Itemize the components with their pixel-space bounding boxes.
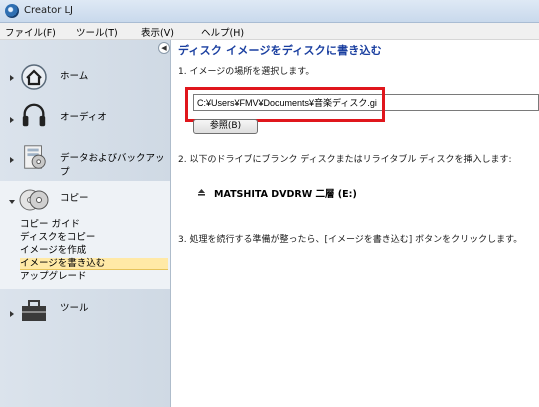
drive-label[interactable]: MATSHITA DVDRW 二層 (E:) — [214, 186, 357, 200]
menu-help[interactable]: ヘルプ(H) — [201, 25, 244, 39]
sidebar-subitem-create-image[interactable]: イメージを作成 — [20, 245, 86, 256]
step-1-instruction: 1. イメージの場所を選択します。 — [178, 67, 315, 77]
window-title: Creator LJ — [24, 5, 74, 16]
headphones-icon — [22, 103, 46, 127]
sidebar-item-label: コピー — [60, 193, 89, 204]
step-2-instruction: 2. 以下のドライブにブランク ディスクまたはリライタブル ディスクを挿入します… — [178, 155, 512, 165]
sidebar-item-tools[interactable]: ツール — [0, 293, 170, 331]
sidebar-subitem-copy-guide[interactable]: コピー ガイド — [20, 219, 80, 230]
menu-file[interactable]: ファイル(F) — [5, 25, 56, 39]
expand-arrow-icon — [10, 311, 14, 317]
sidebar-item-label: ホーム — [60, 71, 89, 82]
expand-arrow-icon — [10, 75, 14, 81]
sidebar-item-label: ツール — [60, 303, 89, 314]
collapse-sidebar-button[interactable]: ◀ — [158, 42, 170, 54]
expand-arrow-icon — [10, 157, 14, 163]
sidebar-item-label: オーディオ — [60, 112, 107, 123]
collapse-arrow-icon — [9, 200, 15, 204]
home-icon — [21, 64, 47, 90]
step-3-instruction: 3. 処理を続行する準備が整ったら、[イメージを書き込む] ボタンをクリックしま… — [178, 235, 523, 245]
sidebar-item-home[interactable]: ホーム — [0, 58, 170, 96]
page-title: ディスク イメージをディスクに書き込む — [178, 44, 382, 57]
menu-tools[interactable]: ツール(T) — [76, 25, 118, 39]
disc-copy-icon — [19, 189, 49, 211]
sidebar-subitem-upgrade[interactable]: アップグレード — [20, 271, 87, 282]
sidebar-subitem-burn-image[interactable]: イメージを書き込む — [20, 258, 168, 270]
highlight-frame — [185, 87, 385, 122]
sidebar-item-copy[interactable]: コピー — [0, 181, 170, 219]
expand-arrow-icon — [10, 117, 14, 123]
browse-button[interactable]: 参照(B) — [193, 119, 258, 134]
title-bar: Creator LJ — [0, 0, 539, 23]
sidebar-item-label: データおよびバックアップ — [60, 153, 165, 178]
app-logo-icon — [5, 4, 19, 18]
sidebar-item-audio[interactable]: オーディオ — [0, 97, 170, 135]
eject-icon — [198, 189, 205, 196]
sidebar-item-data-backup[interactable]: データおよびバックアップ — [0, 140, 170, 178]
data-backup-icon — [24, 145, 46, 169]
toolbox-icon — [22, 300, 46, 321]
menu-view[interactable]: 表示(V) — [141, 25, 174, 39]
sidebar-subitem-copy-disc[interactable]: ディスクをコピー — [20, 232, 95, 243]
menu-bar: ファイル(F) ツール(T) 表示(V) ヘルプ(H) — [0, 23, 539, 40]
